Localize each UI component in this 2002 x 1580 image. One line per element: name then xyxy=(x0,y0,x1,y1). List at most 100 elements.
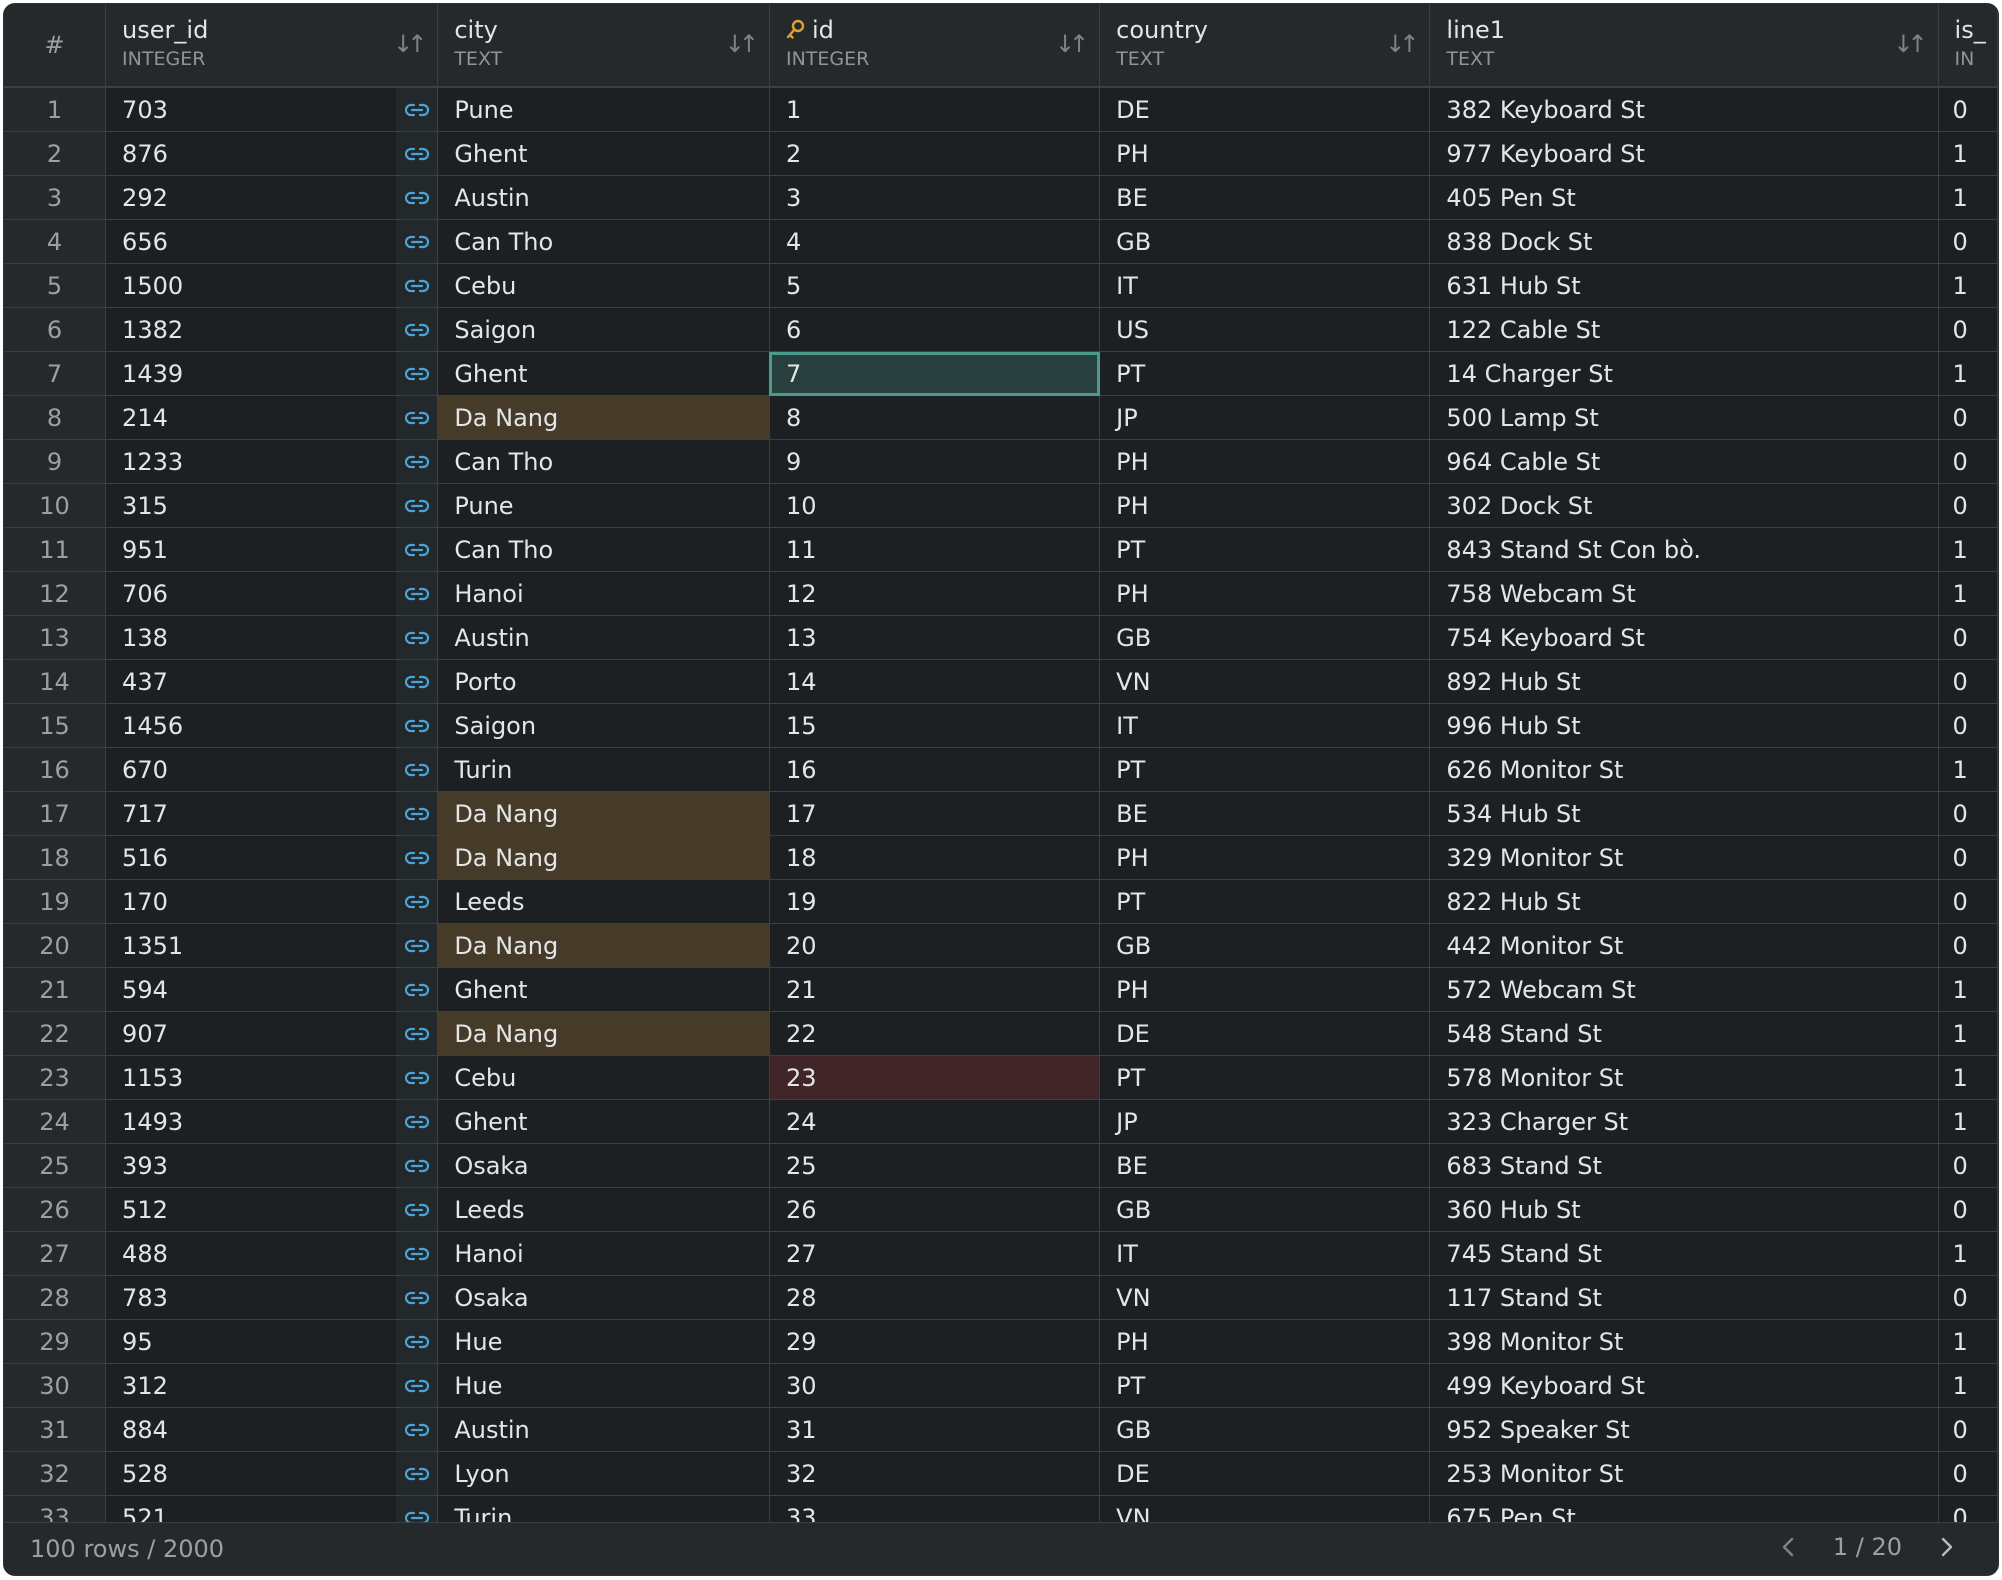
cell-line1[interactable]: 892 Hub St xyxy=(1429,659,1939,704)
cell-country[interactable]: PH xyxy=(1099,571,1431,616)
cell-line1[interactable]: 360 Hub St xyxy=(1429,1187,1939,1232)
cell-is[interactable]: 1 xyxy=(1938,967,1998,1012)
cell-id[interactable]: 6 xyxy=(769,307,1101,352)
cell-line1[interactable]: 996 Hub St xyxy=(1429,703,1939,748)
cell-id[interactable]: 3 xyxy=(769,175,1101,220)
cell-user-id[interactable]: 1493 xyxy=(105,1099,397,1144)
column-header-city[interactable]: city TEXT ↓↑ xyxy=(437,4,770,88)
cell-user-id[interactable]: 95 xyxy=(105,1319,397,1364)
cell-line1[interactable]: 302 Dock St xyxy=(1429,483,1939,528)
sort-arrows-icon[interactable]: ↓↑ xyxy=(725,30,759,58)
link-icon[interactable] xyxy=(396,791,439,836)
row-number-cell[interactable]: 27 xyxy=(4,1231,107,1276)
cell-country[interactable]: PH xyxy=(1099,967,1431,1012)
row-number-cell[interactable]: 18 xyxy=(4,835,107,880)
cell-line1[interactable]: 675 Pen St xyxy=(1429,1495,1939,1522)
cell-line1[interactable]: 822 Hub St xyxy=(1429,879,1939,924)
cell-line1[interactable]: 745 Stand St xyxy=(1429,1231,1939,1276)
cell-line1[interactable]: 122 Cable St xyxy=(1429,307,1939,352)
cell-is[interactable]: 0 xyxy=(1938,87,1998,132)
cell-is[interactable]: 0 xyxy=(1938,923,1998,968)
cell-country[interactable]: GB xyxy=(1099,615,1431,660)
link-icon[interactable] xyxy=(396,307,439,352)
cell-user-id[interactable]: 214 xyxy=(105,395,397,440)
cell-country[interactable]: BE xyxy=(1099,1143,1431,1188)
link-icon[interactable] xyxy=(396,1407,439,1452)
row-number-cell[interactable]: 11 xyxy=(4,527,107,572)
cell-country[interactable]: PT xyxy=(1099,879,1431,924)
cell-city[interactable]: Da Nang xyxy=(437,835,770,880)
row-number-cell[interactable]: 16 xyxy=(4,747,107,792)
row-number-cell[interactable]: 32 xyxy=(4,1451,107,1496)
row-number-cell[interactable]: 17 xyxy=(4,791,107,836)
table-row[interactable]: 26 512 Leeds 26 GB 360 Hub St 0 xyxy=(4,1187,1998,1232)
cell-is[interactable]: 0 xyxy=(1938,439,1998,484)
cell-line1[interactable]: 442 Monitor St xyxy=(1429,923,1939,968)
table-row[interactable]: 14 437 Porto 14 VN 892 Hub St 0 xyxy=(4,659,1998,704)
cell-city[interactable]: Ghent xyxy=(437,967,770,1012)
table-row[interactable]: 8 214 Da Nang 8 JP 500 Lamp St 0 xyxy=(4,395,1998,440)
cell-id[interactable]: 30 xyxy=(769,1363,1101,1408)
link-icon[interactable] xyxy=(396,1099,439,1144)
row-number-cell[interactable]: 33 xyxy=(4,1495,107,1522)
cell-user-id[interactable]: 312 xyxy=(105,1363,397,1408)
cell-user-id[interactable]: 594 xyxy=(105,967,397,1012)
row-number-cell[interactable]: 1 xyxy=(4,87,107,132)
row-number-cell[interactable]: 22 xyxy=(4,1011,107,1056)
cell-id[interactable]: 5 xyxy=(769,263,1101,308)
cell-user-id[interactable]: 528 xyxy=(105,1451,397,1496)
row-number-cell[interactable]: 9 xyxy=(4,439,107,484)
cell-user-id[interactable]: 951 xyxy=(105,527,397,572)
cell-line1[interactable]: 14 Charger St xyxy=(1429,351,1939,396)
cell-city[interactable]: Da Nang xyxy=(437,791,770,836)
cell-line1[interactable]: 253 Monitor St xyxy=(1429,1451,1939,1496)
cell-city[interactable]: Cebu xyxy=(437,1055,770,1100)
cell-id[interactable]: 19 xyxy=(769,879,1101,924)
cell-is[interactable]: 0 xyxy=(1938,1407,1998,1452)
cell-city[interactable]: Ghent xyxy=(437,131,770,176)
cell-is[interactable]: 0 xyxy=(1938,219,1998,264)
table-row[interactable]: 13 138 Austin 13 GB 754 Keyboard St 0 xyxy=(4,615,1998,660)
cell-is[interactable]: 0 xyxy=(1938,835,1998,880)
cell-city[interactable]: Pune xyxy=(437,87,770,132)
cell-city[interactable]: Ghent xyxy=(437,351,770,396)
cell-id[interactable]: 11 xyxy=(769,527,1101,572)
link-icon[interactable] xyxy=(396,835,439,880)
table-row[interactable]: 4 656 Can Tho 4 GB 838 Dock St 0 xyxy=(4,219,1998,264)
link-icon[interactable] xyxy=(396,659,439,704)
cell-city[interactable]: Turin xyxy=(437,1495,770,1522)
cell-user-id[interactable]: 516 xyxy=(105,835,397,880)
row-number-cell[interactable]: 15 xyxy=(4,703,107,748)
row-number-cell[interactable]: 30 xyxy=(4,1363,107,1408)
cell-line1[interactable]: 631 Hub St xyxy=(1429,263,1939,308)
cell-user-id[interactable]: 138 xyxy=(105,615,397,660)
cell-country[interactable]: PT xyxy=(1099,1363,1431,1408)
row-number-cell[interactable]: 24 xyxy=(4,1099,107,1144)
cell-id[interactable]: 1 xyxy=(769,87,1101,132)
cell-country[interactable]: PT xyxy=(1099,747,1431,792)
cell-city[interactable]: Austin xyxy=(437,615,770,660)
table-row[interactable]: 19 170 Leeds 19 PT 822 Hub St 0 xyxy=(4,879,1998,924)
table-row[interactable]: 32 528 Lyon 32 DE 253 Monitor St 0 xyxy=(4,1451,1998,1496)
table-row[interactable]: 15 1456 Saigon 15 IT 996 Hub St 0 xyxy=(4,703,1998,748)
table-row[interactable]: 31 884 Austin 31 GB 952 Speaker St 0 xyxy=(4,1407,1998,1452)
row-number-cell[interactable]: 19 xyxy=(4,879,107,924)
cell-city[interactable]: Can Tho xyxy=(437,439,770,484)
cell-city[interactable]: Can Tho xyxy=(437,527,770,572)
cell-city[interactable]: Saigon xyxy=(437,703,770,748)
cell-is[interactable]: 1 xyxy=(1938,1011,1998,1056)
cell-is[interactable]: 0 xyxy=(1938,307,1998,352)
cell-country[interactable]: GB xyxy=(1099,219,1431,264)
row-number-cell[interactable]: 29 xyxy=(4,1319,107,1364)
cell-id[interactable]: 17 xyxy=(769,791,1101,836)
cell-user-id[interactable]: 437 xyxy=(105,659,397,704)
cell-user-id[interactable]: 521 xyxy=(105,1495,397,1522)
cell-line1[interactable]: 843 Stand St Con bò. xyxy=(1429,527,1939,572)
cell-country[interactable]: VN xyxy=(1099,659,1431,704)
cell-id[interactable]: 24 xyxy=(769,1099,1101,1144)
cell-user-id[interactable]: 488 xyxy=(105,1231,397,1276)
cell-is[interactable]: 0 xyxy=(1938,879,1998,924)
link-icon[interactable] xyxy=(396,87,439,132)
cell-line1[interactable]: 683 Stand St xyxy=(1429,1143,1939,1188)
link-icon[interactable] xyxy=(396,1187,439,1232)
